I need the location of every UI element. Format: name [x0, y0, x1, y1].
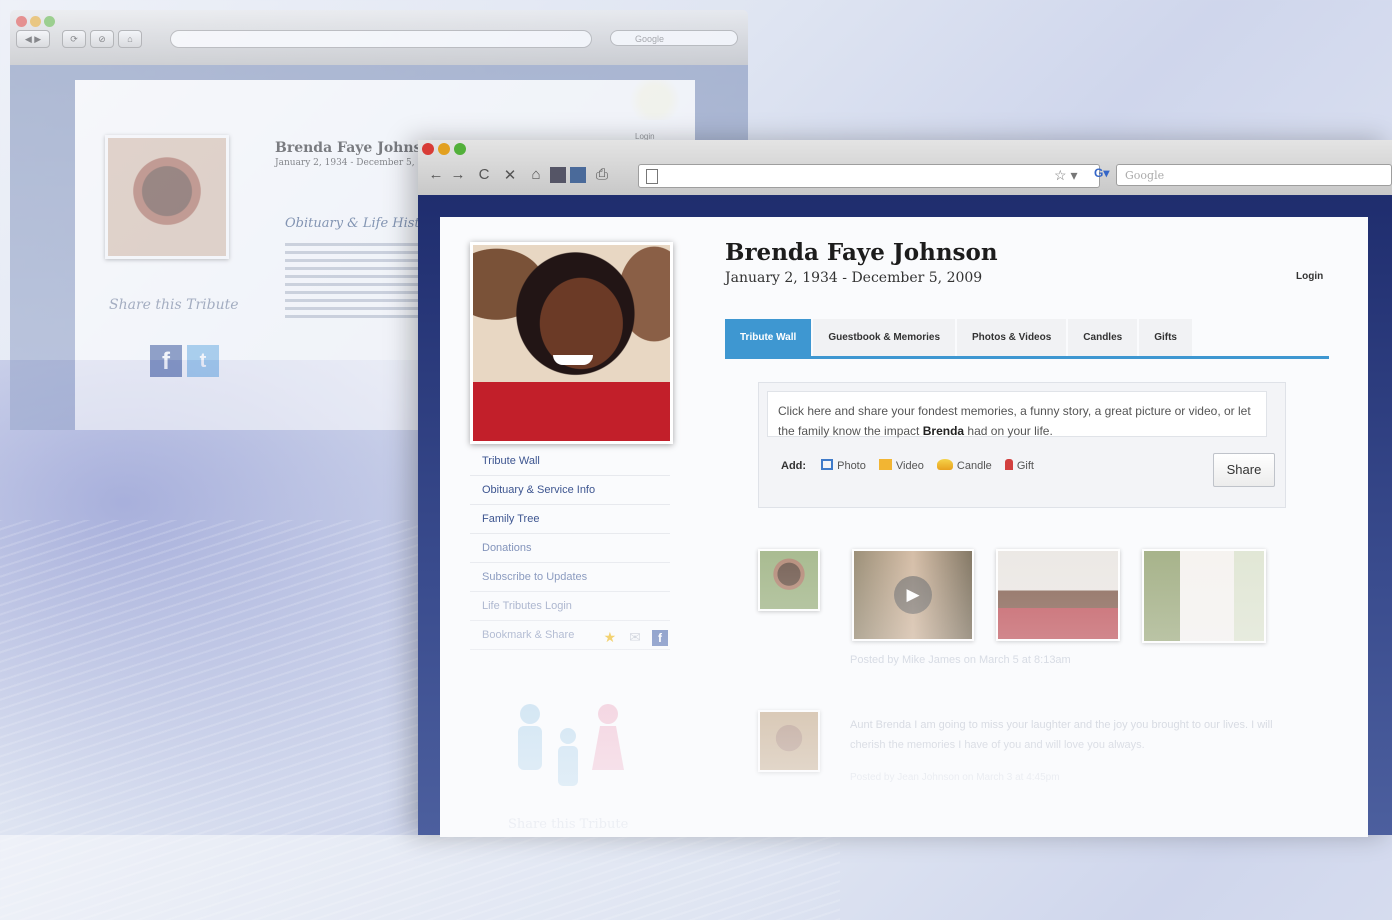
home-icon[interactable]: ⌂ [118, 30, 142, 48]
bookmark-star-icon[interactable]: ☆ ▾ [1054, 167, 1077, 184]
video-thumbnail[interactable]: ▶ [852, 549, 974, 641]
sidebar-item-family-tree[interactable]: Family Tree [470, 505, 670, 534]
portrait-smile [553, 355, 593, 365]
back-search-field[interactable]: Google [610, 30, 738, 46]
add-candle-button[interactable]: Candle [936, 459, 992, 472]
tab-guestbook[interactable]: Guestbook & Memories [813, 319, 956, 356]
add-label: Add: [781, 460, 807, 472]
add-video-button[interactable]: Video [878, 459, 924, 472]
share-icons: ★ ✉ f [596, 625, 668, 653]
close-window-icon[interactable] [16, 16, 27, 27]
post-meta: Posted by Mike James on March 5 at 8:13a… [850, 654, 1071, 666]
bookmark-thumb-1-icon[interactable] [550, 167, 566, 183]
add-photo-button[interactable]: Photo [821, 459, 866, 472]
add-gift-label: Gift [1016, 460, 1034, 472]
photo-thumbnail-bride[interactable] [1142, 549, 1266, 643]
candle-icon [936, 459, 953, 470]
sidebar-nav: Tribute Wall Obituary & Service Info Fam… [470, 447, 670, 650]
post-composer: Click here and share your fondest memori… [758, 382, 1286, 508]
share-button[interactable]: Share [1213, 453, 1275, 487]
tribute-page-card: Tribute Wall Obituary & Service Info Fam… [440, 217, 1368, 837]
home-icon[interactable]: ⌂ [526, 166, 546, 183]
tab-candles[interactable]: Candles [1068, 319, 1138, 356]
prompt-text-after: had on your life. [964, 424, 1053, 438]
sidebar-item-donations[interactable]: Donations [470, 534, 670, 563]
close-window-icon[interactable] [422, 143, 434, 155]
forward-arrow-icon[interactable]: → [448, 166, 468, 183]
tab-tribute-wall[interactable]: Tribute Wall [725, 319, 812, 356]
zoom-window-icon[interactable] [44, 16, 55, 27]
zoom-window-icon[interactable] [454, 143, 466, 155]
gift-icon [1004, 459, 1013, 470]
portrait-photo [470, 242, 673, 444]
tab-bar: Tribute Wall Guestbook & Memories Photos… [725, 319, 1329, 359]
login-link[interactable]: Login [1296, 271, 1323, 282]
sidebar-item-subscribe[interactable]: Subscribe to Updates [470, 563, 670, 592]
facebook-icon[interactable]: f [652, 630, 668, 646]
avatar[interactable] [758, 710, 820, 772]
profile-dates: January 2, 1934 - December 5, 2009 [725, 270, 983, 286]
add-gift-button[interactable]: Gift [1004, 459, 1034, 472]
reload-icon[interactable]: ⟳ [62, 30, 86, 48]
family-tree-icon [518, 704, 624, 786]
post-meta: Posted by Jean Johnson on March 3 at 4:4… [850, 772, 1060, 783]
facebook-icon[interactable]: f [150, 345, 182, 377]
back-browser-toolbar: ◀ ▶ ⟳ ⊘ ⌂ Google [10, 10, 748, 65]
play-icon[interactable]: ▶ [894, 576, 932, 614]
search-field[interactable]: Google [1116, 164, 1392, 186]
video-icon [878, 459, 892, 470]
browser-toolbar: ← → C ✕ ⌂ ⎙ ☆ ▾ G▾ Google [418, 140, 1392, 196]
back-profile-name: Brenda Faye Johnson [275, 140, 441, 156]
profile-name: Brenda Faye Johnson [725, 239, 998, 266]
page-icon [646, 169, 658, 184]
url-bar[interactable] [638, 164, 1100, 188]
front-browser-window: ← → C ✕ ⌂ ⎙ ☆ ▾ G▾ Google Tribute Wall O… [418, 140, 1392, 837]
sidebar-item-tribute-wall[interactable]: Tribute Wall [470, 447, 670, 476]
email-icon[interactable]: ✉ [627, 629, 643, 645]
reload-icon[interactable]: C [474, 166, 494, 183]
back-url-bar[interactable] [170, 30, 592, 48]
prompt-name: Brenda [922, 424, 965, 438]
minimize-window-icon[interactable] [438, 143, 450, 155]
back-forward-icon[interactable]: ◀ ▶ [16, 30, 50, 48]
sidebar-item-bookmark-share[interactable]: Bookmark & Share ★ ✉ f [470, 621, 670, 650]
add-candle-label: Candle [956, 460, 992, 472]
sidebar-item-login[interactable]: Life Tributes Login [470, 592, 670, 621]
add-photo-label: Photo [837, 460, 866, 472]
avatar[interactable] [758, 549, 820, 611]
sidebar-item-obituary[interactable]: Obituary & Service Info [470, 476, 670, 505]
google-icon[interactable]: G▾ [1094, 166, 1109, 180]
back-obituary-text [285, 238, 435, 323]
share-tribute-heading: Share this Tribute [508, 817, 629, 832]
back-share-heading: Share this Tribute [109, 297, 239, 313]
photo-thumbnail-family[interactable] [996, 549, 1120, 641]
stop-icon[interactable]: ⊘ [90, 30, 114, 48]
tab-photos-videos[interactable]: Photos & Videos [957, 319, 1067, 356]
star-icon[interactable]: ★ [602, 629, 618, 645]
tab-gifts[interactable]: Gifts [1139, 319, 1192, 356]
bookmark-thumb-2-icon[interactable] [570, 167, 586, 183]
add-attachments-row: Add: Photo Video Candle Gift [781, 459, 1044, 472]
sidebar-item-label: Bookmark & Share [482, 629, 575, 641]
add-video-label: Video [895, 460, 924, 472]
stop-icon[interactable]: ✕ [500, 166, 520, 184]
back-arrow-icon[interactable]: ← [426, 166, 446, 183]
photo-icon [821, 459, 834, 470]
printer-icon[interactable]: ⎙ [592, 166, 612, 183]
twitter-icon[interactable]: t [187, 345, 219, 377]
flower-decoration [625, 80, 685, 120]
composer-input[interactable]: Click here and share your fondest memori… [767, 391, 1267, 438]
minimize-window-icon[interactable] [30, 16, 41, 27]
back-profile-dates: January 2, 1934 - December 5, 2009 [275, 158, 441, 168]
post-text: Aunt Brenda I am going to miss your laug… [850, 719, 1273, 751]
back-portrait-photo [105, 135, 229, 259]
page-background: Tribute Wall Obituary & Service Info Fam… [418, 195, 1392, 837]
